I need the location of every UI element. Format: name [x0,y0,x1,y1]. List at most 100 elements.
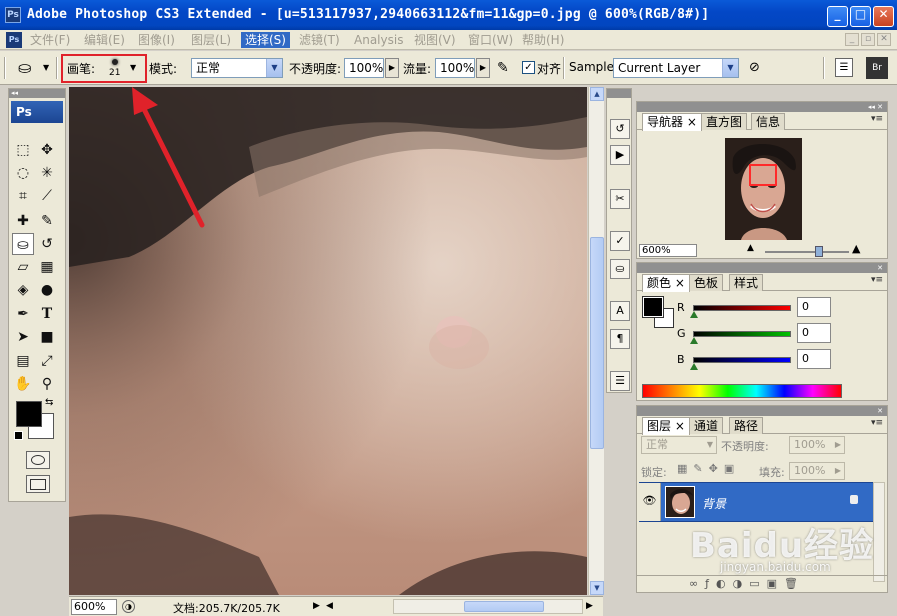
mode-select[interactable]: 正常 ▼ [191,58,283,78]
close-button[interactable]: ✕ [873,6,894,27]
opacity-input[interactable]: 100% [344,58,384,78]
blue-slider-handle[interactable] [690,363,698,370]
history-panel-icon[interactable]: ↺ [610,119,630,139]
layer-row-background[interactable]: 👁 背景 [639,482,875,522]
menu-layer[interactable]: 图层(L) [187,32,235,48]
menu-analysis[interactable]: Analysis [350,32,407,48]
brushes-panel-icon[interactable]: ✓ [610,231,630,251]
swap-colors-icon[interactable]: ⇆ [45,397,53,408]
notes-tool-icon[interactable]: ▤ [12,350,34,372]
panel-grip[interactable]: ◂◂ ✕ [637,102,887,112]
hand-tool-icon[interactable]: ✋ [12,373,34,395]
green-slider-handle[interactable] [690,337,698,344]
path-selection-tool-icon[interactable]: ➤ [12,326,34,348]
crop-tool-icon[interactable]: ⌗ [12,185,34,207]
gradient-tool-icon[interactable]: ▦ [36,256,58,278]
navigator-zoom-slider[interactable] [765,246,849,257]
healing-brush-tool-icon[interactable]: ✚ [12,210,34,232]
zoom-tool-icon[interactable]: ⚲ [36,373,58,395]
blue-value-input[interactable]: 0 [797,349,831,369]
layer-action-icons[interactable]: ∞ƒ◐◑▭▣🗑 [689,577,805,590]
fill-input[interactable]: 100% ▶ [789,462,845,480]
menu-select[interactable]: 选择(S) [241,32,290,48]
magic-wand-tool-icon[interactable]: ✳ [36,162,58,184]
layer-comps-icon[interactable]: ☰ [610,371,630,391]
red-value-input[interactable]: 0 [797,297,831,317]
foreground-color-swatch[interactable] [16,401,42,427]
default-colors-icon[interactable] [14,431,23,440]
shape-tool-icon[interactable]: ■ [36,326,58,348]
blur-tool-icon[interactable]: ◈ [12,279,34,301]
marquee-tool-icon[interactable]: ⬚ [12,139,34,161]
minimize-button[interactable]: _ [827,6,848,27]
move-tool-icon[interactable]: ✥ [36,139,58,161]
airbrush-icon[interactable]: ✎ [497,59,517,77]
lasso-tool-icon[interactable]: ◌ [12,162,34,184]
red-slider[interactable] [693,305,791,311]
clone-source-icon[interactable]: ⛀ [610,259,630,279]
panel-menu-icon[interactable]: ▾≡ [871,275,883,285]
flow-input[interactable]: 100% [435,58,475,78]
quick-mask-button[interactable] [26,451,50,469]
palette-well-icon[interactable]: ☰ [835,58,853,77]
clone-stamp-icon[interactable]: ⛀ [18,58,40,78]
screen-mode-button[interactable] [26,475,50,493]
slider-thumb[interactable] [815,246,823,257]
doc-restore-button[interactable]: ▫ [861,33,875,46]
panel-menu-icon[interactable]: ▾≡ [871,114,883,124]
vertical-scrollbar[interactable]: ▲ ▼ [588,87,604,595]
menu-filter[interactable]: 滤镜(T) [295,32,344,48]
tab-paths[interactable]: 路径 [729,417,764,434]
green-slider[interactable] [693,331,791,337]
eye-icon[interactable]: 👁 [639,483,661,521]
menu-help[interactable]: 帮助(H) [518,32,568,48]
blue-slider[interactable] [693,357,791,363]
tab-navigator[interactable]: 导航器 × [642,113,702,131]
green-value-input[interactable]: 0 [797,323,831,343]
brush-tool-icon[interactable]: ✎ [36,210,58,232]
zoom-out-icon[interactable]: ▲ [747,243,754,253]
panel-grip[interactable]: ✕ [637,406,887,416]
ignore-adjustment-layers-icon[interactable]: ⊘ [749,59,767,77]
sample-select[interactable]: Current Layer ▼ [613,58,739,78]
actions-panel-icon[interactable]: ▶ [610,145,630,165]
pen-tool-icon[interactable]: ✒ [12,303,34,325]
color-spectrum-bar[interactable] [642,384,842,398]
layers-scrollbar[interactable] [873,482,885,582]
scroll-left-icon[interactable]: ◀ [326,601,333,611]
menu-file[interactable]: 文件(F) [26,32,74,48]
navigator-view-box[interactable] [749,164,777,186]
opacity-slider-button[interactable]: ▶ [385,58,399,78]
vertical-scroll-thumb[interactable] [590,237,604,449]
clone-stamp-tool-icon[interactable]: ⛀ [12,233,34,255]
navigator-thumbnail[interactable] [725,138,802,240]
navigator-zoom-field[interactable]: 600% [639,244,697,257]
scroll-right-icon[interactable]: ▶ [586,601,593,611]
tool-presets-icon[interactable]: ✂ [610,189,630,209]
doc-minimize-button[interactable]: _ [845,33,859,46]
tool-preset-dropdown-icon[interactable]: ▼ [43,63,49,72]
horizontal-scroll-thumb[interactable] [464,601,544,612]
menu-window[interactable]: 窗口(W) [464,32,517,48]
menu-edit[interactable]: 编辑(E) [80,32,129,48]
panel-menu-icon[interactable]: ▾≡ [871,418,883,428]
blend-mode-select[interactable]: 正常 ▼ [641,436,717,454]
status-zoom-field[interactable]: 600% [71,599,117,615]
panel-grip[interactable]: ✕ [637,263,887,273]
aligned-checkbox[interactable]: ✓ [522,61,535,74]
eyedropper-tool-icon[interactable]: ⤢ [36,350,58,372]
status-info-icon[interactable]: ◑ [122,600,135,613]
red-slider-handle[interactable] [690,311,698,318]
zoom-in-icon[interactable]: ▲ [852,242,860,255]
bridge-icon[interactable]: Br [866,57,888,79]
horizontal-scrollbar[interactable] [393,599,583,614]
tab-info[interactable]: 信息 [751,113,786,130]
tab-histogram[interactable]: 直方图 [701,113,748,130]
layer-name[interactable]: 背景 [702,495,726,512]
eraser-tool-icon[interactable]: ▱ [12,256,34,278]
scroll-down-icon[interactable]: ▼ [590,581,604,595]
history-brush-tool-icon[interactable]: ↺ [36,233,58,255]
scroll-up-icon[interactable]: ▲ [590,87,604,101]
doc-close-button[interactable]: ✕ [877,33,891,46]
character-panel-icon[interactable]: A [610,301,630,321]
